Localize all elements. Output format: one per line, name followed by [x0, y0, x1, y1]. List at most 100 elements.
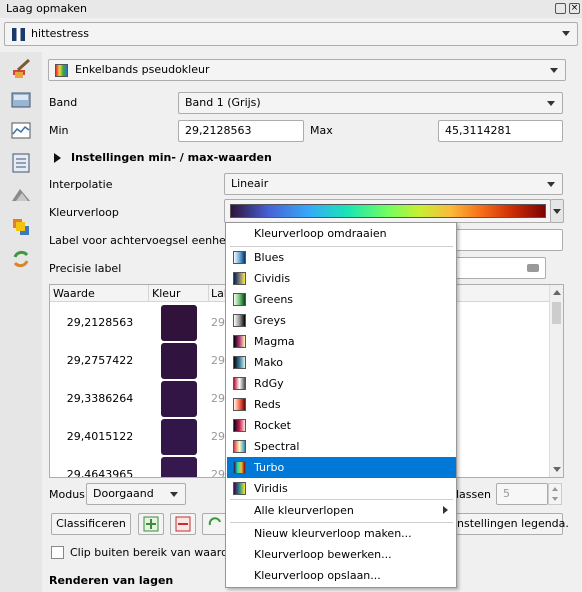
ramp-item-cividis[interactable]: Cividis	[227, 268, 456, 289]
invert-ramp-item[interactable]: Kleurverloop omdraaien	[227, 223, 456, 244]
menu-item-label: Spectral	[254, 440, 300, 453]
ramp-item-mako[interactable]: Mako	[227, 352, 456, 373]
ramp-swatch-icon	[233, 482, 246, 495]
transparency-icon[interactable]	[6, 88, 36, 114]
swap-icon	[208, 517, 221, 526]
minmax-settings-label: Instellingen min- / max-waarden	[71, 151, 272, 164]
menu-item-label: Blues	[254, 251, 285, 264]
menu-item-label: Mako	[254, 356, 283, 369]
float-icon[interactable]	[555, 3, 566, 14]
expand-arrow-icon	[54, 153, 61, 163]
add-class-button[interactable]	[138, 513, 164, 535]
column-header-color[interactable]: Kleur	[152, 287, 181, 301]
menu-item-label: Alle kleurverlopen	[254, 504, 354, 517]
max-input[interactable]: 45,3114281	[438, 120, 563, 142]
ramp-swatch-icon	[233, 440, 246, 453]
menu-item-label: Kleurverloop bewerken...	[254, 548, 392, 561]
max-label: Max	[310, 124, 333, 137]
row-color-swatch[interactable]	[161, 305, 197, 341]
clip-checkbox[interactable]	[51, 546, 64, 559]
menu-item-label: Nieuw kleurverloop maken...	[254, 527, 412, 540]
precision-label: Precisie label	[49, 262, 122, 275]
clear-icon[interactable]	[527, 264, 539, 272]
ramp-item-turbo[interactable]: Turbo	[227, 457, 456, 478]
clip-label: Clip buiten bereik van waarden	[70, 546, 242, 559]
ramp-item-greys[interactable]: Greys	[227, 310, 456, 331]
band-combobox[interactable]: Band 1 (Grijs)	[178, 92, 563, 114]
menu-item-label: Rocket	[254, 419, 291, 432]
row-color-swatch[interactable]	[161, 343, 197, 379]
row-label: 29	[211, 468, 225, 478]
ramp-item-rocket[interactable]: Rocket	[227, 415, 456, 436]
table-scrollbar[interactable]	[549, 285, 563, 477]
ramp-item-rdgy[interactable]: RdGy	[227, 373, 456, 394]
ramp-swatch-icon	[233, 398, 246, 411]
menu-item-label: Viridis	[254, 482, 288, 495]
ramp-item-magma[interactable]: Magma	[227, 331, 456, 352]
edit-ramp-item[interactable]: Kleurverloop bewerken...	[227, 544, 456, 565]
legend-icon[interactable]	[6, 150, 36, 176]
mode-combobox[interactable]: Doorgaand	[86, 483, 186, 505]
renderer-type-label: Enkelbands pseudokleur	[75, 63, 210, 76]
row-color-swatch[interactable]	[161, 419, 197, 455]
row-color-swatch[interactable]	[161, 381, 197, 417]
layer-combobox[interactable]: hittestress	[4, 22, 578, 46]
ramp-item-greens[interactable]: Greens	[227, 289, 456, 310]
ramp-swatch-icon	[233, 356, 246, 369]
refresh-icon[interactable]	[6, 246, 36, 272]
band-value: Band 1 (Grijs)	[185, 96, 261, 109]
layer-stack-icon[interactable]	[6, 214, 36, 240]
ramp-item-spectral[interactable]: Spectral	[227, 436, 456, 457]
row-label: 29	[211, 354, 225, 367]
suffix-input[interactable]	[440, 229, 563, 251]
ramp-swatch-icon	[233, 293, 246, 306]
remove-class-button[interactable]	[170, 513, 196, 535]
paint-brush-icon[interactable]	[6, 56, 36, 82]
row-value: 29,3386264	[66, 392, 134, 405]
scrollbar-thumb[interactable]	[552, 302, 561, 324]
row-color-swatch[interactable]	[161, 457, 197, 477]
save-ramp-item[interactable]: Kleurverloop opslaan...	[227, 565, 456, 586]
panel-scrollbar[interactable]	[568, 84, 582, 592]
close-icon[interactable]: ×	[569, 3, 580, 14]
classes-spin-buttons[interactable]	[548, 483, 562, 505]
ramp-item-viridis[interactable]: Viridis	[227, 478, 456, 499]
pseudocolor-icon	[55, 64, 68, 77]
layer-rendering-header[interactable]: Renderen van lagen	[49, 574, 173, 588]
row-value: 29,4643965	[66, 468, 134, 478]
panel-titlebar: Laag opmaken ×	[0, 0, 582, 18]
histogram-icon[interactable]	[6, 118, 36, 144]
min-input[interactable]: 29,2128563	[178, 120, 304, 142]
color-ramp-button[interactable]	[224, 199, 551, 223]
new-ramp-item[interactable]: Nieuw kleurverloop maken...	[227, 523, 456, 544]
row-value: 29,4015122	[66, 430, 134, 443]
ramp-swatch-icon	[233, 314, 246, 327]
suffix-label: Label voor achtervoegsel eenheid	[49, 234, 236, 247]
color-ramp-dropdown-button[interactable]	[550, 199, 564, 223]
min-label: Min	[49, 124, 69, 137]
renderer-combobox[interactable]: Enkelbands pseudokleur	[48, 59, 566, 81]
pyramids-icon[interactable]	[6, 182, 36, 208]
all-ramps-item[interactable]: Alle kleurverlopen	[227, 500, 456, 521]
mode-value: Doorgaand	[93, 487, 154, 500]
submenu-arrow-icon	[443, 506, 448, 514]
ramp-item-reds[interactable]: Reds	[227, 394, 456, 415]
panel-title: Laag opmaken	[6, 2, 87, 15]
menu-item-label: Kleurverloop omdraaien	[254, 227, 387, 240]
ramp-item-blues[interactable]: Blues	[227, 247, 456, 268]
interpolation-combobox[interactable]: Lineair	[224, 173, 563, 195]
menu-item-label: Turbo	[254, 461, 285, 474]
minmax-settings-toggle[interactable]: Instellingen min- / max-waarden	[52, 150, 292, 166]
column-header-value[interactable]: Waarde	[53, 287, 95, 301]
classes-spinbox[interactable]: 5	[496, 483, 548, 505]
menu-item-label: Reds	[254, 398, 281, 411]
menu-item-label: Kleurverloop opslaan...	[254, 569, 381, 582]
classify-button[interactable]: Classificeren	[51, 513, 131, 535]
menu-item-label: RdGy	[254, 377, 284, 390]
legend-settings-button[interactable]: nstellingen legenda...	[454, 513, 576, 535]
menu-item-label: Greys	[254, 314, 286, 327]
row-label: 29	[211, 392, 225, 405]
band-label: Band	[49, 96, 78, 109]
color-ramp-preview	[230, 204, 546, 218]
ramp-swatch-icon	[233, 461, 246, 474]
